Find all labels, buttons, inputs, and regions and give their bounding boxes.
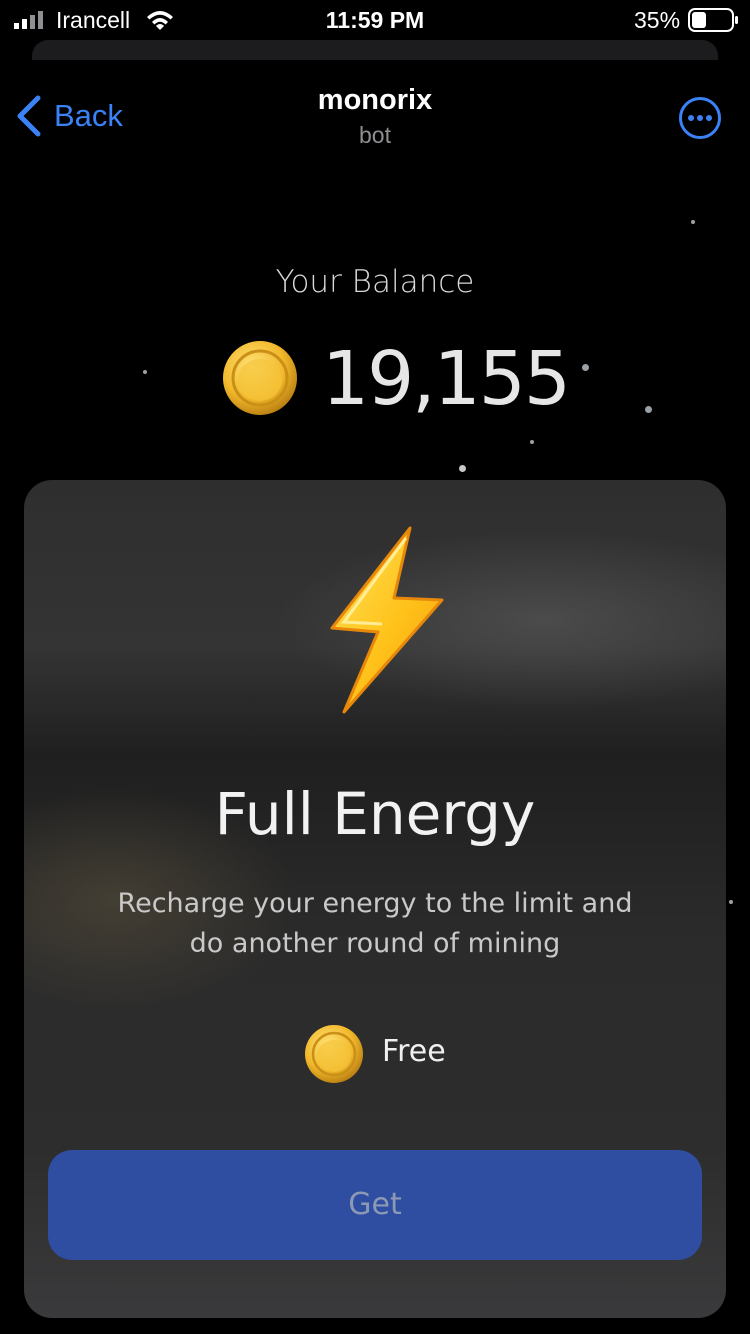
star-decoration xyxy=(530,440,534,444)
price-label: Free xyxy=(382,1034,446,1069)
balance-label: Your Balance xyxy=(275,264,475,300)
star-decoration xyxy=(729,900,733,904)
full-energy-card: Full Energy Recharge your energy to the … xyxy=(24,480,726,1318)
get-button[interactable]: Get xyxy=(48,1150,702,1260)
coin-icon xyxy=(305,1025,363,1083)
card-title: Full Energy xyxy=(214,780,536,848)
balance-row: 19,155 xyxy=(0,336,750,422)
battery-percent: 35% xyxy=(634,7,681,33)
sheet-edge xyxy=(32,40,718,60)
status-bar: Irancell 11:59 PM 35% xyxy=(0,0,750,40)
battery-icon xyxy=(688,8,738,32)
balance-value: 19,155 xyxy=(322,336,571,422)
lightning-bolt-icon xyxy=(330,526,444,714)
more-options-icon[interactable] xyxy=(678,96,722,140)
star-decoration xyxy=(459,465,466,472)
card-description: Recharge your energy to the limit and do… xyxy=(117,888,633,959)
star-decoration xyxy=(691,220,695,224)
price-row: Free xyxy=(24,1024,726,1086)
bot-subtitle: bot xyxy=(359,122,391,148)
bot-title: monorix xyxy=(317,84,433,116)
coin-icon xyxy=(223,341,297,415)
